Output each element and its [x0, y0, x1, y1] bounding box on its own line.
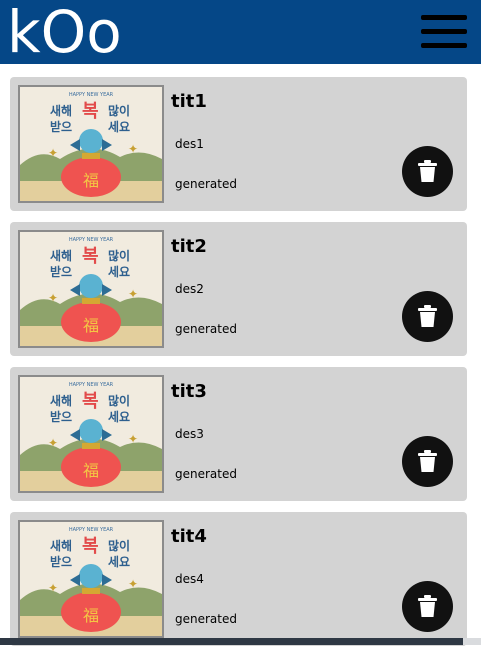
delete-button[interactable] [402, 146, 453, 197]
item-title: tit2 [171, 236, 207, 257]
svg-text:✦: ✦ [48, 291, 58, 305]
svg-text:✦: ✦ [128, 432, 138, 446]
horizontal-scrollbar[interactable] [0, 638, 463, 645]
item-status: generated [175, 177, 237, 191]
item-status: generated [175, 612, 237, 626]
list-item[interactable]: HAPPY NEW YEAR 새해 복 많이 받으 세요 ✦ ✦ 福 tit2 … [10, 222, 467, 356]
new-year-illustration: HAPPY NEW YEAR 새해 복 많이 받으 세요 ✦ ✦ 福 [20, 522, 162, 636]
svg-text:✦: ✦ [48, 581, 58, 595]
svg-text:✦: ✦ [48, 436, 58, 450]
svg-text:새해: 새해 [50, 538, 72, 553]
svg-text:많이: 많이 [108, 393, 130, 408]
svg-text:福: 福 [83, 171, 99, 190]
item-description: des3 [175, 427, 204, 441]
item-description: des4 [175, 572, 204, 586]
svg-text:받으: 받으 [50, 409, 72, 424]
svg-text:복: 복 [82, 101, 99, 122]
list-item[interactable]: HAPPY NEW YEAR 새해 복 많이 받으 세요 ✦ ✦ 福 tit1 … [10, 77, 467, 211]
svg-text:받으: 받으 [50, 119, 72, 134]
svg-text:많이: 많이 [108, 248, 130, 263]
new-year-dragon-image: HAPPY NEW YEAR 새해 복 많이 받으 세요 ✦ ✦ 福 [18, 520, 164, 638]
new-year-dragon-image: HAPPY NEW YEAR 새해 복 많이 받으 세요 ✦ ✦ 福 [18, 230, 164, 348]
new-year-dragon-image: HAPPY NEW YEAR 새해 복 많이 받으 세요 ✦ ✦ 福 [18, 85, 164, 203]
svg-text:✦: ✦ [128, 577, 138, 591]
new-year-illustration: HAPPY NEW YEAR 새해 복 많이 받으 세요 ✦ ✦ 福 [20, 232, 162, 346]
svg-text:HAPPY NEW YEAR: HAPPY NEW YEAR [69, 527, 114, 533]
delete-button[interactable] [402, 581, 453, 632]
new-year-illustration: HAPPY NEW YEAR 새해 복 많이 받으 세요 ✦ ✦ 福 [20, 87, 162, 201]
svg-text:많이: 많이 [108, 103, 130, 118]
svg-text:새해: 새해 [50, 393, 72, 408]
svg-text:복: 복 [82, 536, 99, 557]
svg-text:세요: 세요 [108, 264, 130, 279]
item-description: des1 [175, 137, 204, 151]
list-item[interactable]: HAPPY NEW YEAR 새해 복 많이 받으 세요 ✦ ✦ 福 tit4 … [10, 512, 467, 646]
svg-text:福: 福 [83, 316, 99, 335]
trash-icon [418, 160, 437, 182]
svg-text:세요: 세요 [108, 409, 130, 424]
svg-text:세요: 세요 [108, 554, 130, 569]
svg-text:새해: 새해 [50, 103, 72, 118]
trash-icon [418, 305, 437, 327]
item-status: generated [175, 322, 237, 336]
delete-button[interactable] [402, 436, 453, 487]
svg-text:많이: 많이 [108, 538, 130, 553]
svg-text:받으: 받으 [50, 554, 72, 569]
menu-bar [421, 43, 467, 48]
svg-text:福: 福 [83, 461, 99, 480]
item-title: tit3 [171, 381, 207, 402]
item-status: generated [175, 467, 237, 481]
new-year-dragon-image: HAPPY NEW YEAR 새해 복 많이 받으 세요 ✦ ✦ 福 [18, 375, 164, 493]
svg-text:✦: ✦ [128, 287, 138, 301]
svg-text:HAPPY NEW YEAR: HAPPY NEW YEAR [69, 92, 114, 98]
delete-button[interactable] [402, 291, 453, 342]
item-title: tit4 [171, 526, 207, 547]
app-header: kOo [0, 0, 481, 66]
svg-text:받으: 받으 [50, 264, 72, 279]
scrollbar-track-end [463, 638, 481, 645]
menu-bar [421, 29, 467, 34]
list-item[interactable]: HAPPY NEW YEAR 새해 복 많이 받으 세요 ✦ ✦ 福 tit3 … [10, 367, 467, 501]
new-year-illustration: HAPPY NEW YEAR 새해 복 많이 받으 세요 ✦ ✦ 福 [20, 377, 162, 491]
svg-text:새해: 새해 [50, 248, 72, 263]
item-title: tit1 [171, 91, 207, 112]
svg-text:HAPPY NEW YEAR: HAPPY NEW YEAR [69, 382, 114, 388]
svg-text:세요: 세요 [108, 119, 130, 134]
app-logo: kOo [7, 0, 122, 66]
item-description: des2 [175, 282, 204, 296]
menu-bar [421, 15, 467, 20]
trash-icon [418, 450, 437, 472]
svg-text:✦: ✦ [48, 146, 58, 160]
hamburger-menu-icon[interactable] [421, 13, 469, 49]
svg-text:✦: ✦ [128, 142, 138, 156]
svg-text:HAPPY NEW YEAR: HAPPY NEW YEAR [69, 237, 114, 243]
svg-text:복: 복 [82, 391, 99, 412]
svg-text:福: 福 [83, 606, 99, 625]
trash-icon [418, 595, 437, 617]
svg-text:복: 복 [82, 246, 99, 267]
